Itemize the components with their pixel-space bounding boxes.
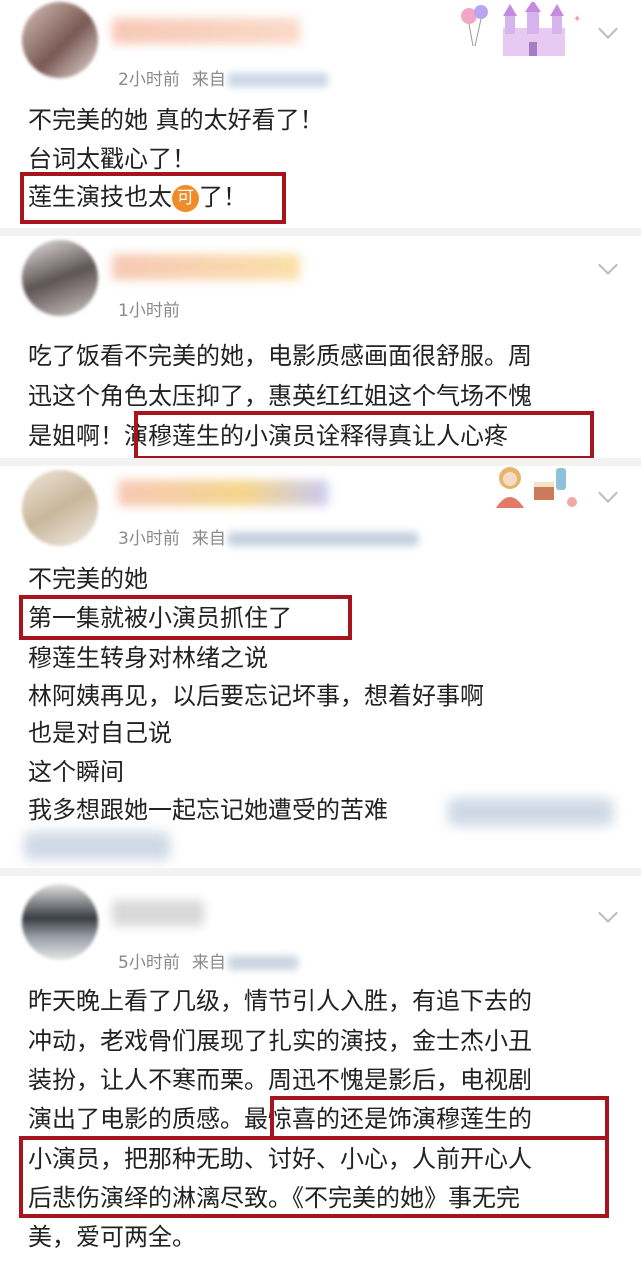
username[interactable] (118, 480, 328, 506)
chevron-down-icon[interactable] (598, 19, 618, 39)
comment-text-line: 我多想跟她一起忘记她遭受的苦难 (28, 796, 388, 824)
comment-text-line: 吃了饭看不完美的她，电影质感画面很舒服。周 (28, 342, 532, 370)
divider (0, 228, 641, 236)
blurred-link[interactable] (448, 798, 613, 826)
svg-text:✦: ✦ (573, 14, 581, 25)
comment-1: 2小时前 来自 ✦ 不完美的她 真的太好看了！ 台词太戳心了！ 莲生演技也太可了！ (0, 0, 641, 224)
comment-text-line: 装扮，让人不寒而栗。周迅不愧是影后，电视剧 (28, 1066, 532, 1094)
username[interactable] (112, 18, 300, 44)
comment-2: 1小时前 吃了饭看不完美的她，电影质感画面很舒服。周 迅这个角色太压抑了，惠英红… (0, 236, 641, 460)
comment-text-line: 美，爱可两全。 (28, 1223, 196, 1251)
timestamp: 2小时前 (118, 70, 180, 90)
username[interactable] (112, 900, 204, 926)
chevron-down-icon[interactable] (598, 903, 618, 923)
highlight-box (20, 172, 286, 224)
highlight-box (19, 1136, 609, 1218)
divider (0, 868, 641, 876)
comment-text-line: 昨天晚上看了几级，情节引人入胜，有追下去的 (28, 987, 532, 1015)
avatar[interactable] (22, 470, 98, 546)
timestamp: 3小时前 (118, 529, 180, 549)
comment-meta: 3小时前 来自 (118, 524, 418, 549)
comment-meta: 5小时前 来自 (118, 948, 298, 973)
comment-text-line: 冲动，老戏骨们展现了扎实的演技，金士杰小丑 (28, 1027, 532, 1055)
source-label: 来自 (191, 953, 226, 973)
comment-text-line: 穆莲生转身对林绪之说 (28, 644, 268, 672)
comment-text-line: 这个瞬间 (28, 758, 124, 786)
highlight-box (19, 595, 352, 640)
comment-text-line: 迅这个角色太压抑了，惠英红红姐这个气场不愧 (28, 382, 532, 410)
avatar[interactable] (22, 240, 98, 316)
avatar[interactable] (22, 2, 98, 78)
comment-meta: 1小时前 (118, 296, 180, 321)
chevron-down-icon[interactable] (598, 483, 618, 503)
source-label: 来自 (191, 529, 226, 549)
doll-sticker-icon (496, 467, 577, 508)
username[interactable] (112, 254, 300, 280)
castle-sticker-icon: ✦ (461, 2, 581, 56)
timestamp: 5小时前 (118, 953, 180, 973)
highlight-box (134, 411, 594, 460)
timestamp: 1小时前 (118, 301, 180, 321)
chevron-down-icon[interactable] (598, 255, 618, 275)
comment-3: 3小时前 来自 不完美的她 第一集就被小演员抓住了 穆莲生转身对林绪之说 林阿姨再… (0, 464, 641, 864)
comment-text-line: 也是对自己说 (28, 719, 172, 747)
comment-text-line: 林阿姨再见，以后要忘记坏事，想着好事啊 (28, 682, 484, 710)
source-label: 来自 (191, 70, 226, 90)
comment-4: 5小时前 来自 昨天晚上看了几级，情节引人入胜，有追下去的 冲动，老戏骨们展现了扎… (0, 878, 641, 1274)
comment-meta: 2小时前 来自 (118, 65, 328, 90)
highlight-box (270, 1096, 609, 1140)
comment-text-line: 不完美的她 真的太好看了！ (28, 106, 324, 134)
comment-text-line: 不完美的她 (28, 565, 148, 593)
blurred-link[interactable] (24, 832, 170, 860)
avatar[interactable] (22, 884, 98, 960)
